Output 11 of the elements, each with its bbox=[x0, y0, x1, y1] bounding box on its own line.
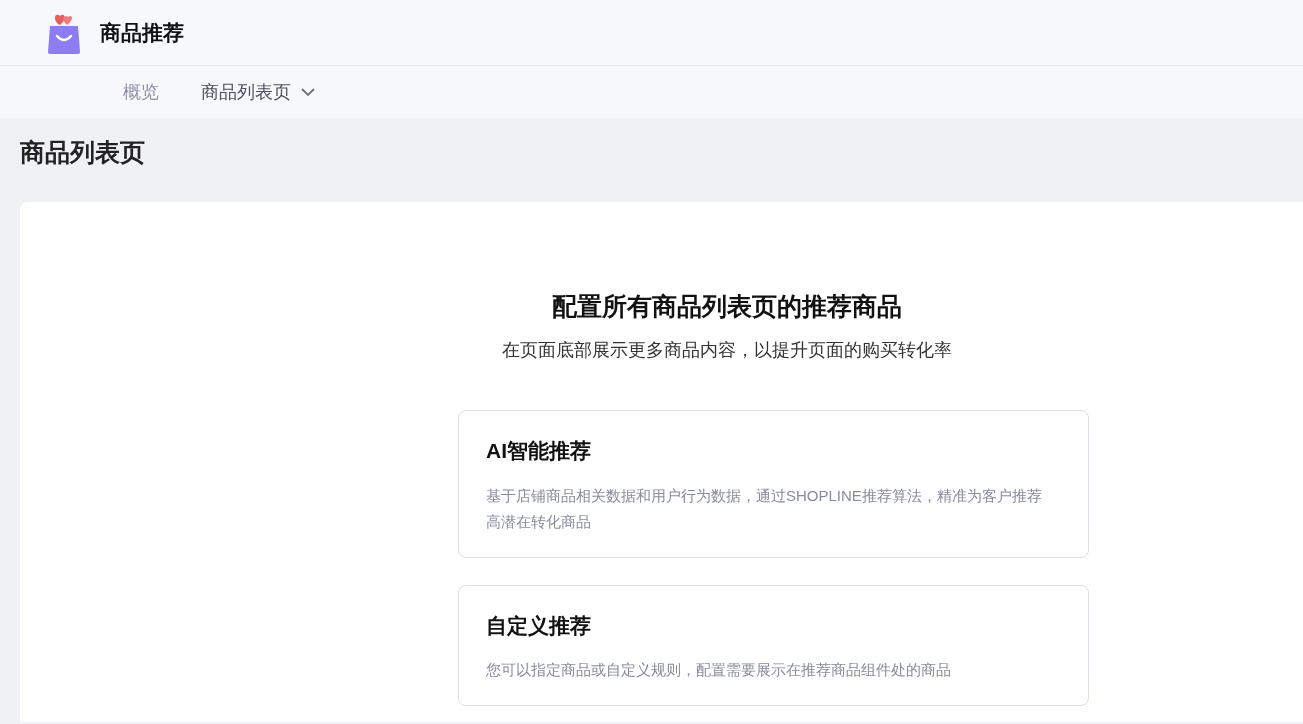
option-title: AI智能推荐 bbox=[486, 438, 592, 464]
page-title: 商品列表页 bbox=[20, 137, 146, 168]
panel-heading: 配置所有商品列表页的推荐商品 bbox=[550, 290, 903, 322]
app-title: 商品推荐 bbox=[100, 19, 184, 46]
nav-tab[interactable]: 商品列表页 bbox=[186, 78, 330, 106]
option-title: 自定义推荐 bbox=[486, 612, 592, 639]
option-card[interactable]: AI智能推荐 基于店铺商品相关数据和用户行为数据，通过SHOPLINE推荐算法，精准为客户推荐高潜在转化商品 bbox=[458, 410, 1089, 558]
option-description: 您可以指定商品或自定义规则，配置需要展示在推荐商品组件处的商品 bbox=[486, 660, 952, 680]
option-card[interactable]: 自定义推荐 您可以指定商品或自定义规则，配置需要展示在推荐商品组件处的商品 bbox=[458, 584, 1089, 706]
panel-subtitle: 在页面底部展示更多商品内容，以提升页面的购买转化率 bbox=[500, 339, 953, 362]
option-description: 基于店铺商品相关数据和用户行为数据，通过SHOPLINE推荐算法，精准为客户推荐高潜在转化商品 bbox=[486, 485, 1043, 532]
